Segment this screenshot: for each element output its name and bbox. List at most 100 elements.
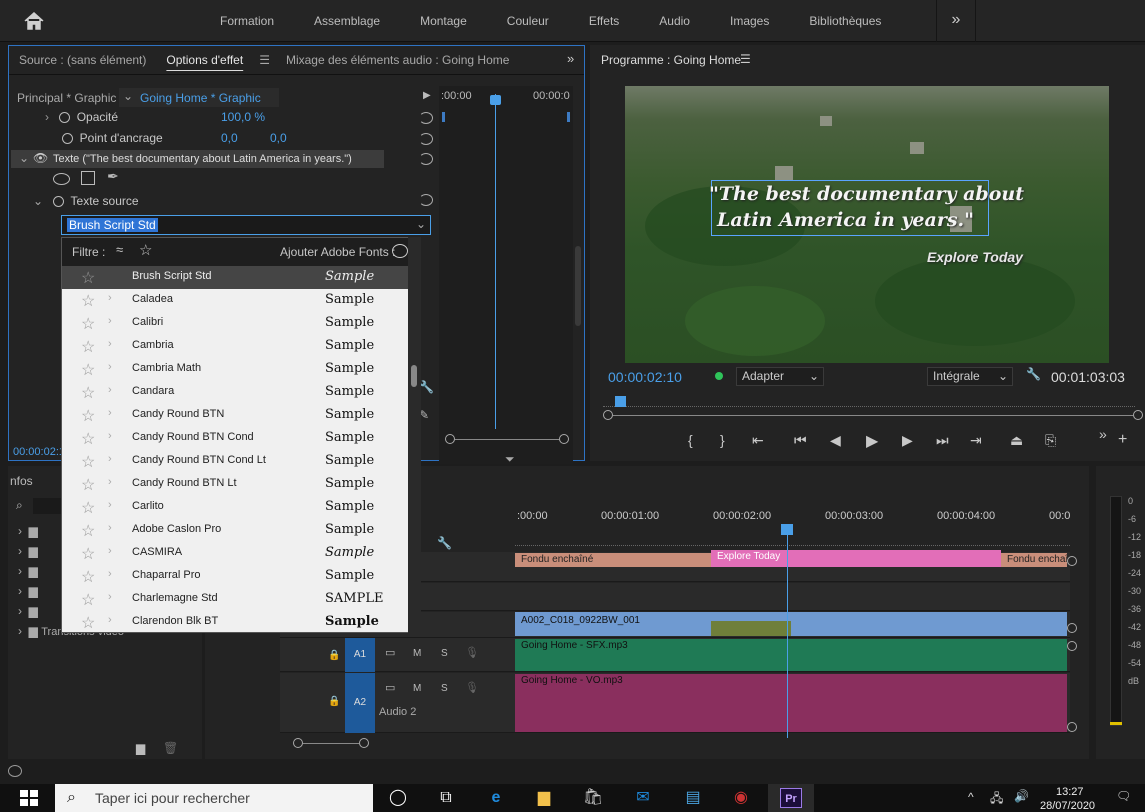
mute-button[interactable]: M: [413, 683, 421, 694]
quality-select[interactable]: Intégrale ⌄: [927, 367, 1013, 386]
go-to-in-icon[interactable]: ⇤: [752, 432, 764, 449]
reset-icon[interactable]: [419, 153, 433, 165]
chevron-right-icon[interactable]: ›: [108, 591, 112, 603]
favorite-star-icon[interactable]: ☆: [81, 544, 95, 564]
workspace-formation[interactable]: Formation: [200, 0, 294, 42]
font-option[interactable]: ☆ › Caladea Sample: [62, 289, 408, 312]
workspace-montage[interactable]: Montage: [400, 0, 487, 42]
lock-icon[interactable]: 🔒: [328, 696, 340, 707]
mini-timeline[interactable]: :00:00 00:00:0 ⏷: [439, 86, 573, 474]
reset-icon[interactable]: [419, 133, 433, 145]
volume-icon[interactable]: 🔊: [1014, 789, 1029, 803]
font-option[interactable]: ☆ › Cambria Sample: [62, 335, 408, 358]
favorite-star-icon[interactable]: ☆: [81, 613, 95, 633]
font-option[interactable]: ☆ › Cambria Math Sample: [62, 358, 408, 381]
chevron-right-icon[interactable]: ›: [108, 430, 112, 442]
fit-select[interactable]: Adapter ⌄: [736, 367, 824, 386]
program-ruler[interactable]: [603, 397, 1135, 407]
tab-audio-mixer[interactable]: Mixage des éléments audio : Going Home: [276, 46, 519, 74]
pen-mask-icon[interactable]: ✒: [107, 168, 119, 185]
favorite-star-icon[interactable]: ☆: [81, 498, 95, 518]
tree-item[interactable]: › ▆: [18, 604, 38, 618]
clip-fade-1[interactable]: Fondu enchaîné: [515, 553, 711, 567]
clip-video-main[interactable]: A002_C018_0922BW_001: [515, 612, 1067, 636]
zoom-right-handle[interactable]: [1133, 410, 1143, 420]
chevron-right-icon[interactable]: ›: [108, 338, 112, 350]
favorites-filter-icon[interactable]: ☆: [139, 241, 152, 259]
mail-icon[interactable]: ✉: [620, 784, 666, 812]
font-option[interactable]: ☆ › Candara Sample: [62, 381, 408, 404]
rectangle-mask-icon[interactable]: [81, 171, 95, 185]
font-option[interactable]: ☆ › Adobe Caslon Pro Sample: [62, 519, 408, 542]
font-option[interactable]: ☆ › Charlemagne Std SAMPLE: [62, 588, 408, 611]
workspace-overflow-icon[interactable]: »: [936, 0, 976, 42]
voice-over-icon[interactable]: ▭: [385, 681, 395, 694]
windows-start-icon[interactable]: [20, 790, 38, 806]
favorite-star-icon[interactable]: ☆: [81, 452, 95, 472]
stopwatch-icon[interactable]: [53, 196, 65, 207]
sequence-clip-selector[interactable]: ⌄ Going Home * Graphic: [119, 88, 279, 107]
panel-menu-icon[interactable]: ☰: [740, 52, 751, 66]
mic-icon[interactable]: 🎙: [465, 681, 479, 694]
settings-wrench-icon[interactable]: 🔧: [1026, 367, 1041, 381]
mute-button[interactable]: M: [413, 648, 421, 659]
tabs-overflow-icon[interactable]: »: [567, 51, 574, 66]
timeline-playhead[interactable]: [787, 528, 788, 738]
font-option[interactable]: ☆ Brush Script Std Sample: [62, 266, 408, 289]
timeline-playhead-handle[interactable]: [781, 524, 793, 535]
zoom-left-handle[interactable]: [603, 410, 613, 420]
favorite-star-icon[interactable]: ☆: [81, 567, 95, 587]
expand-arrow-icon[interactable]: ›: [45, 110, 49, 124]
app-icon[interactable]: ◉: [718, 784, 764, 812]
font-select[interactable]: Brush Script Std ⌄: [61, 215, 431, 235]
go-to-out-icon[interactable]: ⇥: [970, 432, 982, 449]
chevron-right-icon[interactable]: ›: [108, 361, 112, 373]
font-option[interactable]: ☆ › CASMIRA Sample: [62, 542, 408, 565]
reset-icon[interactable]: [419, 112, 433, 124]
cortana-icon[interactable]: ◯: [375, 784, 421, 812]
chevron-right-icon[interactable]: ›: [108, 453, 112, 465]
favorite-star-icon[interactable]: ☆: [81, 268, 95, 288]
mark-in-icon[interactable]: {: [688, 432, 693, 448]
home-icon[interactable]: [22, 10, 46, 32]
font-option[interactable]: ☆ › Calibri Sample: [62, 312, 408, 335]
chevron-right-icon[interactable]: ›: [108, 545, 112, 557]
creative-cloud-icon[interactable]: [392, 244, 408, 258]
workspace-couleur[interactable]: Couleur: [487, 0, 569, 42]
mini-scroll-left[interactable]: [445, 434, 455, 444]
chevron-right-icon[interactable]: ›: [108, 476, 112, 488]
premiere-pro-icon[interactable]: Pr: [768, 784, 814, 812]
favorite-star-icon[interactable]: ☆: [81, 337, 95, 357]
track-scroll-mid[interactable]: [1067, 623, 1077, 633]
scroll-left-handle[interactable]: [293, 738, 303, 748]
workspace-effets[interactable]: Effets: [569, 0, 639, 42]
effect-panel-scrollbar[interactable]: [575, 246, 581, 326]
eye-icon[interactable]: 👁: [33, 151, 48, 165]
font-option[interactable]: ☆ › Candy Round BTN Sample: [62, 404, 408, 427]
collapse-arrow-icon[interactable]: ⌄: [33, 194, 43, 208]
clip-fade-2[interactable]: Fondu enchaîné: [1001, 553, 1067, 567]
overflow-icon[interactable]: »: [1099, 426, 1107, 442]
mic-icon[interactable]: 🎙: [465, 646, 479, 659]
clock-date[interactable]: 28/07/2020: [1040, 800, 1095, 812]
mark-out-icon[interactable]: }: [720, 432, 725, 448]
workspace-audio[interactable]: Audio: [639, 0, 710, 42]
clip-explore-today[interactable]: Explore Today: [711, 550, 1001, 567]
tree-item[interactable]: › ▆: [18, 564, 38, 578]
timeline-wrench-icon[interactable]: 🔧: [437, 536, 452, 550]
tray-arrow-icon[interactable]: ^: [968, 790, 974, 804]
solo-button[interactable]: S: [441, 648, 448, 659]
favorite-star-icon[interactable]: ☆: [81, 291, 95, 311]
status-icon[interactable]: [8, 765, 22, 777]
trash-icon[interactable]: 🗑: [163, 741, 178, 755]
font-option[interactable]: ☆ › Candy Round BTN Cond Lt Sample: [62, 450, 408, 473]
stopwatch-icon[interactable]: [62, 133, 73, 144]
font-option[interactable]: ☆ › Carlito Sample: [62, 496, 408, 519]
a1-target[interactable]: A1: [345, 638, 375, 672]
scroll-right-handle[interactable]: [359, 738, 369, 748]
store-icon[interactable]: 🛍: [570, 784, 616, 812]
mini-playhead-handle[interactable]: [490, 95, 501, 105]
reset-icon[interactable]: [419, 194, 433, 206]
track-scroll-a[interactable]: [1067, 641, 1077, 651]
favorite-star-icon[interactable]: ☆: [81, 360, 95, 380]
